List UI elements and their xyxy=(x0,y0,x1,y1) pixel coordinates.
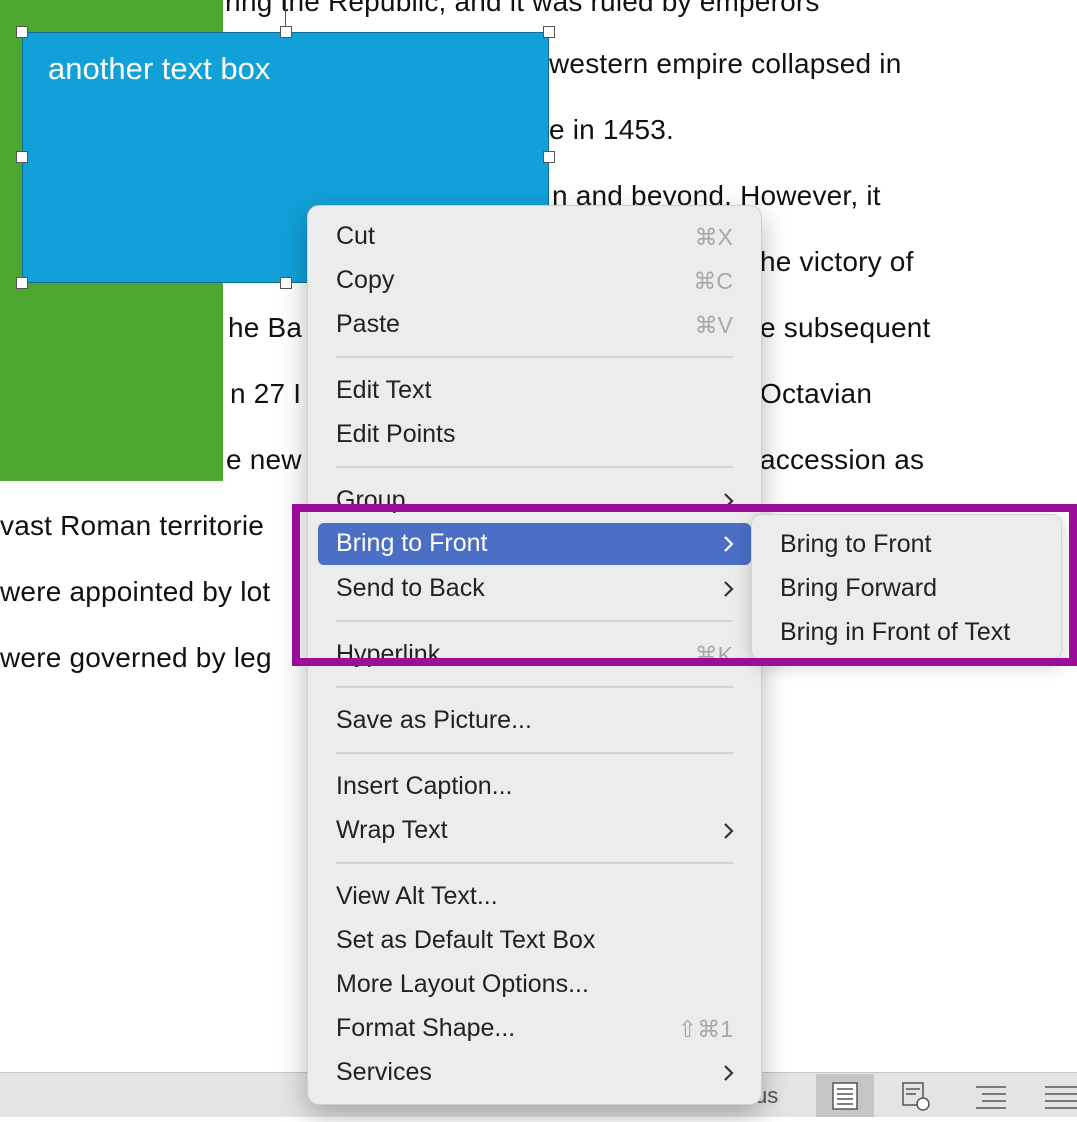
menu-separator xyxy=(336,686,733,688)
menu-item-label: Services xyxy=(336,1058,432,1086)
shortcut-label: ⌘C xyxy=(693,268,733,294)
document-text-line: ring the Republic, and it was ruled by e… xyxy=(225,0,820,17)
document-text-line: e new xyxy=(226,444,302,475)
document-text-line: Octavian xyxy=(760,378,873,409)
menu-item-edit-points[interactable]: Edit Points xyxy=(318,414,751,456)
resize-handle-bottom-left[interactable] xyxy=(16,277,28,289)
resize-handle-bottom[interactable] xyxy=(280,277,292,289)
document-text-line: vast Roman territorie xyxy=(0,510,265,541)
document-text-line: n 27 I xyxy=(230,378,302,409)
menu-item-format-shape[interactable]: Format Shape... ⇧⌘1 xyxy=(318,1008,751,1050)
menu-item-more-layout-options[interactable]: More Layout Options... xyxy=(318,964,751,1006)
menu-item-label: Cut xyxy=(336,222,375,250)
menu-item-services[interactable]: Services xyxy=(318,1052,751,1094)
document-text-line: e subsequent xyxy=(760,312,931,343)
shortcut-label: ⇧⌘1 xyxy=(677,1016,733,1042)
menu-item-paste[interactable]: Paste ⌘V xyxy=(318,304,751,346)
outline-view-button[interactable] xyxy=(962,1074,1020,1117)
menu-item-label: More Layout Options... xyxy=(336,970,589,998)
menu-separator xyxy=(336,862,733,864)
chevron-right-icon xyxy=(724,1065,734,1081)
draft-icon xyxy=(1045,1086,1077,1109)
menu-separator xyxy=(336,356,733,358)
resize-handle-top[interactable] xyxy=(280,26,292,38)
chevron-right-icon xyxy=(724,823,734,839)
resize-handle-right[interactable] xyxy=(543,151,555,163)
document-text-line: e in 1453. xyxy=(549,114,674,145)
shortcut-label: ⌘V xyxy=(694,312,733,338)
document-text-line: were appointed by lot xyxy=(0,576,271,607)
menu-item-edit-text[interactable]: Edit Text xyxy=(318,370,751,412)
menu-item-label: Save as Picture... xyxy=(336,706,532,734)
menu-item-label: Format Shape... xyxy=(336,1014,516,1042)
menu-item-label: Edit Text xyxy=(336,376,432,404)
annotation-highlight-frame xyxy=(292,504,1077,666)
web-layout-view-button[interactable] xyxy=(886,1074,944,1117)
menu-separator xyxy=(336,752,733,754)
resize-handle-top-left[interactable] xyxy=(16,26,28,38)
print-layout-view-button[interactable] xyxy=(816,1074,874,1117)
menu-item-insert-caption[interactable]: Insert Caption... xyxy=(318,766,751,808)
resize-handle-top-right[interactable] xyxy=(543,26,555,38)
menu-item-wrap-text[interactable]: Wrap Text xyxy=(318,810,751,852)
outline-icon xyxy=(976,1086,1006,1109)
web-layout-icon xyxy=(902,1082,930,1111)
menu-item-label: Edit Points xyxy=(336,420,456,448)
menu-item-label: Set as Default Text Box xyxy=(336,926,596,954)
text-box-label[interactable]: another text box xyxy=(48,51,270,87)
print-layout-icon xyxy=(832,1082,858,1110)
menu-item-save-as-picture[interactable]: Save as Picture... xyxy=(318,700,751,742)
shortcut-label: ⌘X xyxy=(694,224,733,250)
menu-item-label: View Alt Text... xyxy=(336,882,498,910)
menu-item-label: Copy xyxy=(336,266,395,294)
menu-item-label: Wrap Text xyxy=(336,816,448,844)
draft-view-button[interactable] xyxy=(1031,1074,1077,1117)
document-text-line: accession as xyxy=(760,444,925,475)
menu-item-set-as-default-text-box[interactable]: Set as Default Text Box xyxy=(318,920,751,962)
document-text-line: he Ba xyxy=(228,312,303,343)
menu-item-label: Insert Caption... xyxy=(336,772,513,800)
document-text-line: were governed by leg xyxy=(0,642,272,673)
resize-handle-left[interactable] xyxy=(16,151,28,163)
menu-item-label: Paste xyxy=(336,310,400,338)
menu-item-view-alt-text[interactable]: View Alt Text... xyxy=(318,876,751,918)
menu-separator xyxy=(336,466,733,468)
document-text-line: he victory of xyxy=(760,246,914,277)
menu-item-copy[interactable]: Copy ⌘C xyxy=(318,260,751,302)
document-text-line: western empire collapsed in xyxy=(549,48,902,79)
menu-item-cut[interactable]: Cut ⌘X xyxy=(318,216,751,258)
